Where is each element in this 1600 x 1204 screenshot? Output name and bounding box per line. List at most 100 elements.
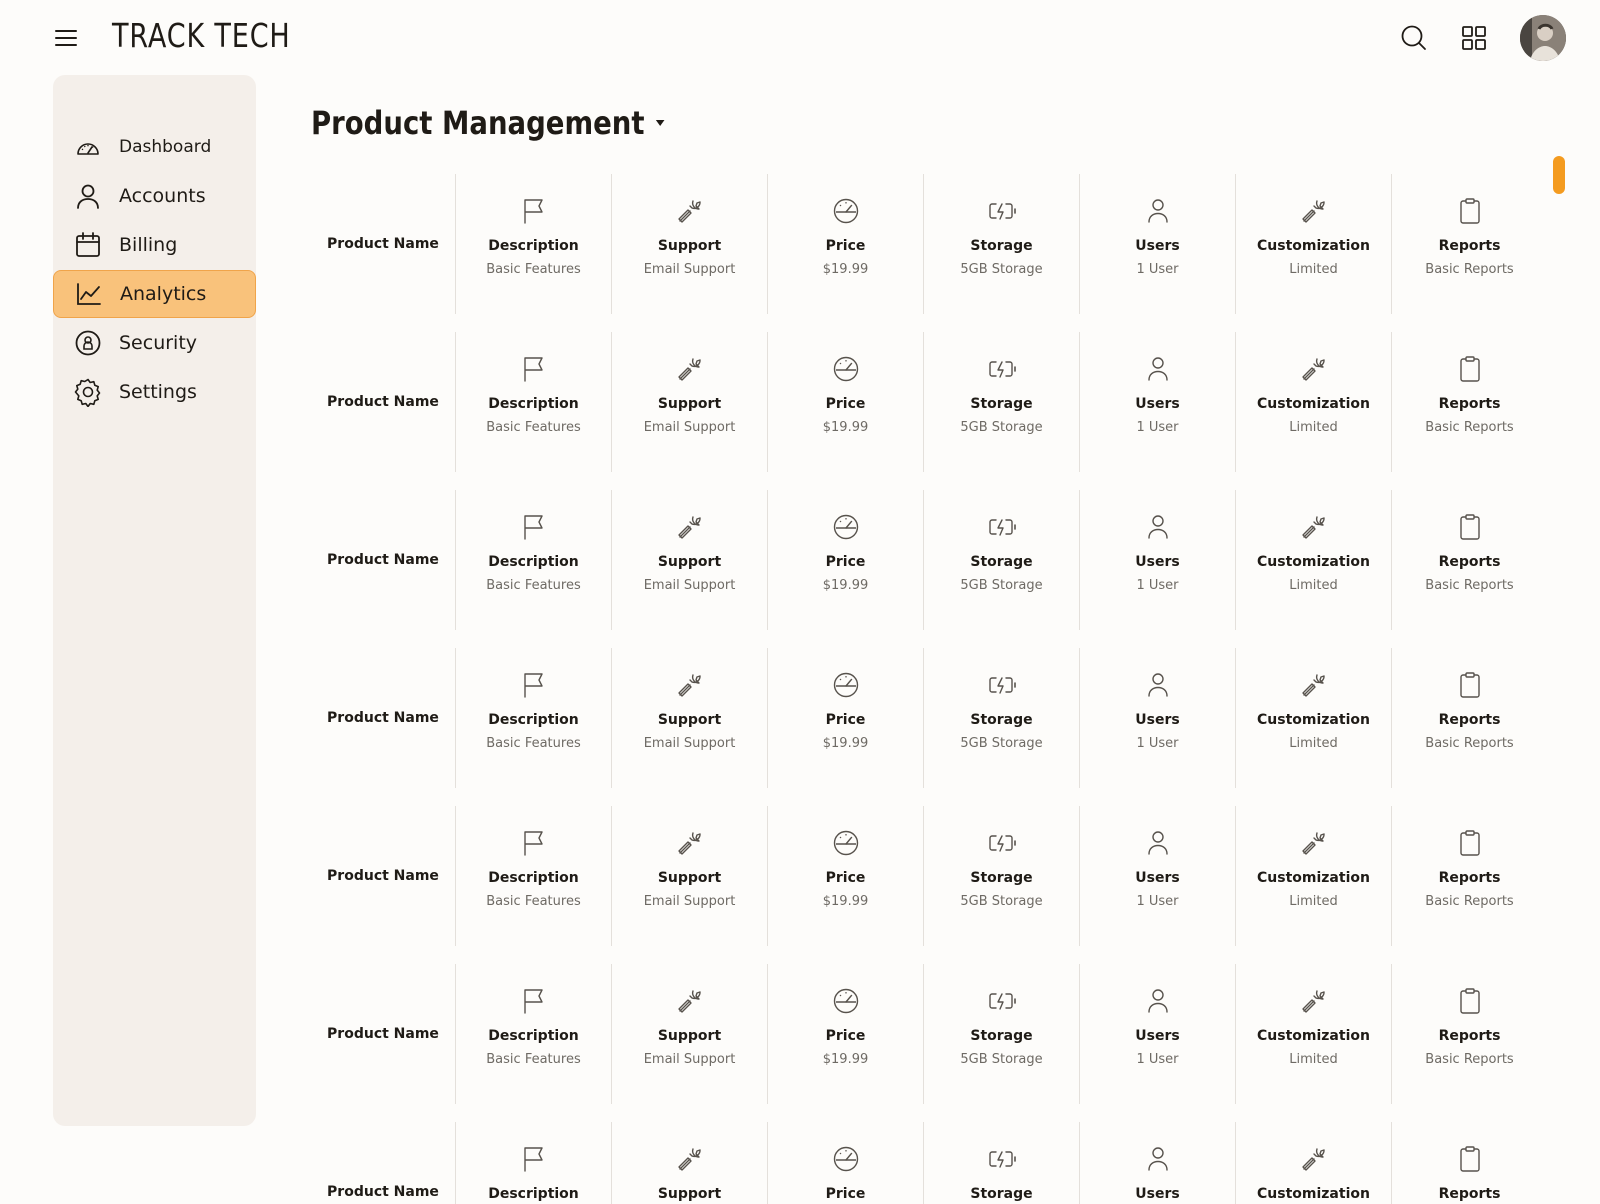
table-row[interactable]: Product Name DescriptionBasic Features S… xyxy=(311,174,1521,314)
cell-value: Email Support xyxy=(643,894,736,909)
cell-title: Reports xyxy=(1438,238,1501,254)
table-cell-users: Users 1 User xyxy=(1079,648,1235,788)
cell-title: Support xyxy=(657,1028,722,1044)
avatar-image xyxy=(1520,15,1566,61)
cell-value: 5GB Storage xyxy=(960,1052,1043,1067)
brand-logo[interactable]: TRACK TECH xyxy=(112,16,291,55)
gauge-icon xyxy=(831,512,861,542)
cell-title: Users xyxy=(1135,238,1180,254)
table-cell-customization: Customization Limited xyxy=(1235,332,1391,472)
cell-title: Storage xyxy=(970,1028,1033,1044)
table-cell-storage: Storage 5GB Storage xyxy=(923,964,1079,1104)
cell-title: Price xyxy=(825,238,866,254)
sidebar-item-billing[interactable]: Billing xyxy=(53,221,256,269)
cell-value: 1 User xyxy=(1136,420,1179,435)
table-row[interactable]: Product Name DescriptionBasic Features S… xyxy=(311,332,1521,472)
cell-value: Email Support xyxy=(643,578,736,593)
cell-value: 5GB Storage xyxy=(960,736,1043,751)
sidebar-item-dashboard[interactable]: Dashboard xyxy=(53,123,256,171)
battery-bolt-icon xyxy=(987,354,1017,384)
cell-value: Limited xyxy=(1289,736,1338,751)
search-button[interactable] xyxy=(1398,22,1430,54)
battery-bolt-icon xyxy=(987,196,1017,226)
sidebar-item-label: Settings xyxy=(119,381,197,403)
cell-value: $19.99 xyxy=(822,578,869,593)
sidebar-item-settings[interactable]: Settings xyxy=(53,368,256,416)
battery-bolt-icon xyxy=(987,828,1017,858)
cell-title: Reports xyxy=(1438,870,1501,886)
cell-title: Price xyxy=(825,1028,866,1044)
table-cell-description: Description Basic Features xyxy=(455,332,611,472)
cell-title: Price xyxy=(825,554,866,570)
gear-icon xyxy=(73,377,103,407)
wrench-icon xyxy=(675,670,705,700)
product-name-label: Product Name xyxy=(327,1184,439,1200)
cell-title: Support xyxy=(657,712,722,728)
wrench-icon xyxy=(1299,986,1329,1016)
sidebar-item-label: Analytics xyxy=(120,283,207,305)
cell-title: Storage xyxy=(970,554,1033,570)
sidebar-item-label: Dashboard xyxy=(119,137,212,157)
sidebar-item-accounts[interactable]: Accounts xyxy=(53,172,256,220)
cell-title: Price xyxy=(825,712,866,728)
sidebar-item-security[interactable]: Security xyxy=(53,319,256,367)
sidebar-item-analytics[interactable]: Analytics xyxy=(53,270,256,318)
hamburger-menu-button[interactable] xyxy=(52,24,80,52)
cell-title: Reports xyxy=(1438,1028,1501,1044)
cell-value: Basic Features xyxy=(486,262,581,277)
cell-title: Users xyxy=(1135,870,1180,886)
user-icon xyxy=(1143,986,1173,1016)
apps-grid-button[interactable] xyxy=(1458,22,1490,54)
table-cell-users: Users 1 User xyxy=(1079,332,1235,472)
table-cell-users: Users 1 User xyxy=(1079,964,1235,1104)
cell-value: Basic Reports xyxy=(1425,894,1514,909)
table-cell-description: Description Basic Features xyxy=(455,648,611,788)
table-cell-storage: Storage 5GB Storage xyxy=(923,332,1079,472)
cell-value: Limited xyxy=(1289,420,1338,435)
scrollbar-thumb[interactable] xyxy=(1553,156,1565,194)
top-actions xyxy=(1282,0,1566,74)
user-avatar[interactable] xyxy=(1520,15,1566,61)
table-row[interactable]: Product Name DescriptionBasic Features S… xyxy=(311,964,1521,1104)
table-row[interactable]: Product Name DescriptionBasic Features S… xyxy=(311,1122,1521,1204)
cell-title: Customization xyxy=(1257,712,1370,728)
cell-title: Customization xyxy=(1257,238,1370,254)
cell-value: Limited xyxy=(1289,1052,1338,1067)
table-cell-reports: Reports Basic Reports xyxy=(1391,806,1521,946)
gauge-icon xyxy=(831,354,861,384)
cell-title: Customization xyxy=(1257,1028,1370,1044)
table-cell-users: Users 1 User xyxy=(1079,490,1235,630)
cell-title: Users xyxy=(1135,396,1180,412)
gauge-icon xyxy=(831,670,861,700)
table-cell-price: Price $19.99 xyxy=(767,174,923,314)
sidebar: Dashboard Accounts Billing Analytics Sec… xyxy=(53,75,256,1126)
table-cell-customization: Customization Limited xyxy=(1235,174,1391,314)
clipboard-icon xyxy=(1455,986,1485,1016)
clipboard-icon xyxy=(1455,670,1485,700)
cell-title: Support xyxy=(657,238,722,254)
table-cell-customization: Customization Limited xyxy=(1235,964,1391,1104)
cell-title: Customization xyxy=(1257,870,1370,886)
cell-title: Storage xyxy=(970,238,1033,254)
table-cell-storage: Storage 5GB Storage xyxy=(923,490,1079,630)
table-cell-price: Price $19.99 xyxy=(767,332,923,472)
grid-icon xyxy=(1462,26,1486,50)
product-name-label: Product Name xyxy=(327,710,439,726)
cell-title: Customization xyxy=(1257,554,1370,570)
cell-value: Basic Reports xyxy=(1425,1052,1514,1067)
cell-value: Email Support xyxy=(643,736,736,751)
product-grid: Product Name Description Basic Features S… xyxy=(311,174,1521,1204)
cell-value: 5GB Storage xyxy=(960,578,1043,593)
cell-title: Price xyxy=(825,396,866,412)
wrench-icon xyxy=(675,354,705,384)
table-row[interactable]: Product Name DescriptionBasic Features S… xyxy=(311,648,1521,788)
page-title-dropdown[interactable]: Product Management xyxy=(311,104,665,142)
table-row[interactable]: Product Name DescriptionBasic Features S… xyxy=(311,490,1521,630)
table-row[interactable]: Product Name DescriptionBasic Features S… xyxy=(311,806,1521,946)
wrench-icon xyxy=(675,986,705,1016)
table-cell-price: Price $19.99 xyxy=(767,964,923,1104)
flag-icon xyxy=(519,512,549,542)
cell-title: Storage xyxy=(970,396,1033,412)
cell-title: Users xyxy=(1135,1028,1180,1044)
user-icon xyxy=(1143,670,1173,700)
